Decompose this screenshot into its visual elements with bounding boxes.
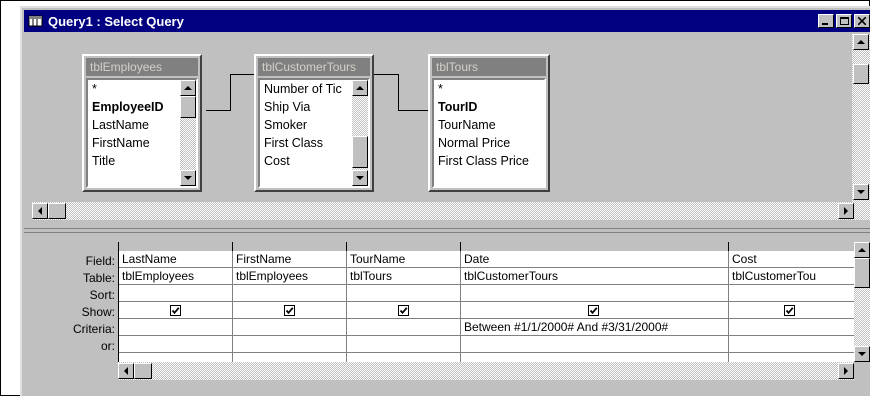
scroll-up-icon[interactable]	[352, 80, 368, 96]
field-cell[interactable]: LastName	[119, 251, 232, 268]
show-checkbox[interactable]	[398, 305, 409, 316]
vertical-scrollbar[interactable]	[352, 80, 368, 186]
scroll-thumb[interactable]	[853, 64, 869, 84]
scroll-thumb[interactable]	[48, 203, 66, 219]
criteria-cell[interactable]: Between #1/1/2000# And #3/31/2000#	[461, 319, 728, 336]
field-item[interactable]: Normal Price	[434, 134, 544, 152]
scroll-up-icon[interactable]	[853, 34, 869, 50]
table-cell[interactable]: tblTours	[347, 268, 460, 285]
field-item[interactable]: *	[434, 80, 544, 98]
row-label-criteria: Criteria:	[72, 322, 115, 336]
field-cell[interactable]: TourName	[347, 251, 460, 268]
scroll-right-icon[interactable]	[838, 363, 854, 379]
table-pane-vertical-scrollbar[interactable]	[852, 34, 870, 202]
show-checkbox[interactable]	[170, 305, 181, 316]
relationship-line-segment	[230, 74, 231, 111]
relationship-line	[374, 74, 398, 75]
column-selector[interactable]	[118, 242, 233, 251]
show-checkbox[interactable]	[284, 305, 295, 316]
scroll-up-icon[interactable]	[180, 80, 196, 96]
grid-line	[118, 301, 854, 302]
window-title: Query1 : Select Query	[48, 13, 184, 29]
field-list[interactable]: * EmployeeID LastName FirstName Title	[86, 78, 198, 188]
scroll-down-icon[interactable]	[854, 346, 870, 362]
pane-splitter[interactable]	[24, 228, 870, 233]
table-cell[interactable]: tblCustomerTours	[461, 268, 728, 285]
row-label-or: or:	[100, 339, 115, 353]
column-selector[interactable]	[461, 242, 729, 251]
query-design-grid[interactable]: LastName tblEmployees FirstName tblEmplo…	[118, 242, 854, 362]
scroll-left-icon[interactable]	[118, 363, 134, 379]
field-list-tblTours[interactable]: tblTours * TourID TourName Normal Price …	[428, 54, 550, 192]
field-list[interactable]: * TourID TourName Normal Price First Cla…	[432, 78, 546, 188]
scroll-up-icon[interactable]	[854, 242, 870, 258]
field-item[interactable]: TourName	[434, 116, 544, 134]
row-label-table: Table:	[82, 271, 115, 285]
relationship-line-segment	[398, 74, 399, 111]
scroll-thumb[interactable]	[180, 96, 196, 118]
field-cell[interactable]: Cost	[729, 251, 854, 268]
field-list-title[interactable]: tblCustomerTours	[258, 58, 370, 76]
show-checkbox[interactable]	[784, 305, 795, 316]
field-item-key[interactable]: TourID	[434, 98, 544, 116]
row-label-field: Field:	[85, 254, 115, 268]
relationship-line-segment	[398, 110, 428, 111]
field-list-title[interactable]: tblTours	[432, 58, 546, 76]
column-selector[interactable]	[347, 242, 461, 251]
field-list[interactable]: Number of Tic Ship Via Smoker First Clas…	[258, 78, 370, 188]
query-window-icon	[28, 14, 44, 28]
relationship-line	[206, 110, 230, 111]
vertical-scrollbar[interactable]	[180, 80, 196, 186]
scroll-thumb[interactable]	[352, 136, 368, 168]
row-label-sort: Sort:	[89, 288, 115, 302]
table-cell[interactable]: tblEmployees	[119, 268, 232, 285]
field-list-tblEmployees[interactable]: tblEmployees * EmployeeID LastName First…	[82, 54, 202, 192]
show-checkbox[interactable]	[588, 305, 599, 316]
scroll-down-icon[interactable]	[352, 170, 368, 186]
grid-line	[118, 352, 854, 353]
table-pane[interactable]: tblEmployees * EmployeeID LastName First…	[24, 34, 851, 202]
scroll-left-icon[interactable]	[32, 203, 48, 219]
row-label-show: Show:	[81, 305, 115, 319]
close-icon[interactable]	[854, 14, 870, 28]
field-list-tblCustomerTours[interactable]: tblCustomerTours Number of Tic Ship Via …	[254, 54, 374, 192]
field-list-title[interactable]: tblEmployees	[86, 58, 198, 76]
field-cell[interactable]: FirstName	[233, 251, 346, 268]
table-cell[interactable]: tblCustomerTou	[729, 268, 854, 285]
table-cell[interactable]: tblEmployees	[233, 268, 346, 285]
grid-vertical-scrollbar[interactable]	[854, 242, 870, 362]
scroll-thumb[interactable]	[134, 363, 152, 379]
scroll-thumb[interactable]	[854, 258, 870, 288]
title-bar[interactable]: Query1 : Select Query	[24, 10, 870, 32]
maximize-icon[interactable]	[836, 14, 852, 28]
scroll-right-icon[interactable]	[838, 203, 854, 219]
column-selector[interactable]	[729, 242, 854, 251]
field-item[interactable]: First Class Price	[434, 152, 544, 170]
scroll-down-icon[interactable]	[853, 184, 869, 200]
field-cell[interactable]: Date	[461, 251, 728, 268]
table-pane-horizontal-scrollbar[interactable]	[32, 202, 870, 220]
grid-horizontal-scrollbar[interactable]	[118, 362, 854, 380]
column-selector[interactable]	[233, 242, 347, 251]
relationship-line-segment	[230, 74, 254, 75]
minimize-icon[interactable]	[818, 14, 834, 28]
query-window: Query1 : Select Query tblEmployees * Emp…	[20, 6, 870, 396]
scroll-down-icon[interactable]	[180, 170, 196, 186]
